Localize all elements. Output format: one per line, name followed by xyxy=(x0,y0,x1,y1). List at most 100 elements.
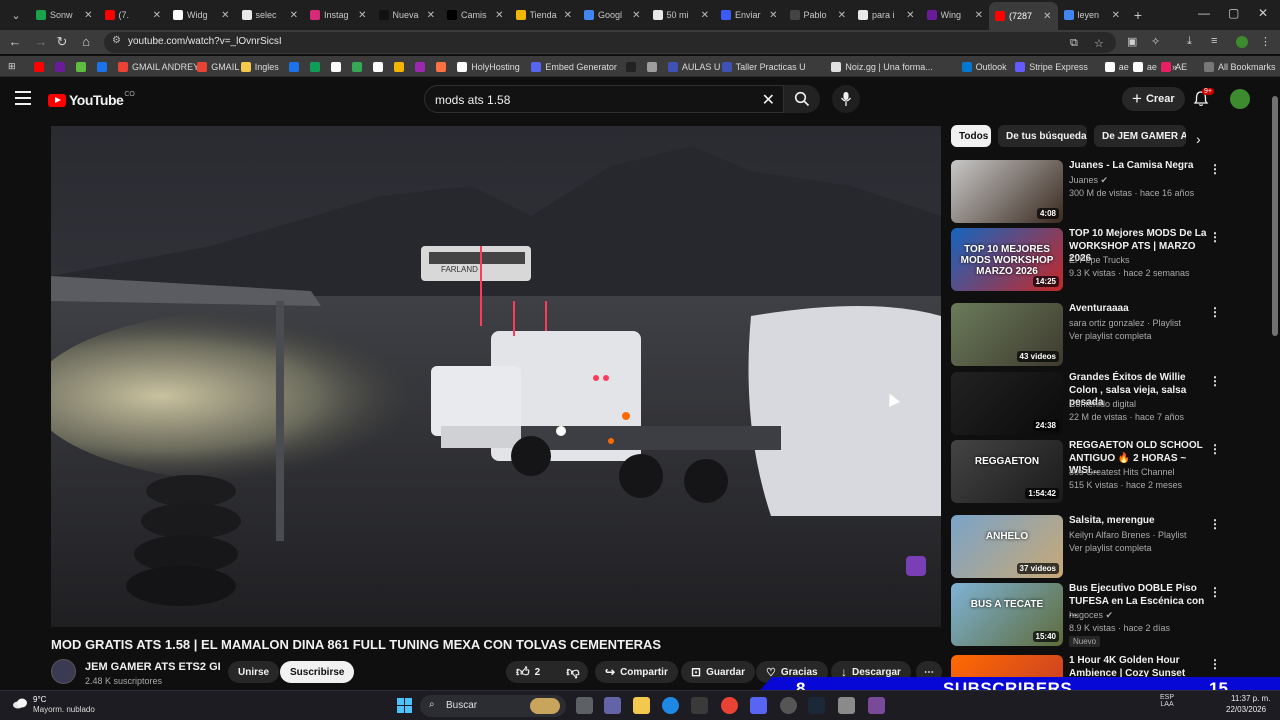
tab-close-icon[interactable]: ✕ xyxy=(84,10,92,21)
edge-icon[interactable] xyxy=(662,697,679,714)
video-thumbnail[interactable]: TOP 10 MEJORES MODS WORKSHOP MARZO 2026 1… xyxy=(951,228,1063,291)
chevron-right-icon[interactable]: › xyxy=(1196,131,1201,147)
voice-search-button[interactable] xyxy=(832,85,860,113)
bookmark-item[interactable] xyxy=(646,59,661,74)
tab-close-icon[interactable]: ✕ xyxy=(564,10,572,21)
tab-close-icon[interactable]: ✕ xyxy=(838,10,846,21)
clock-time[interactable]: 11:37 p. m. xyxy=(1231,694,1270,703)
browser-tab[interactable]: 50 mi ✕ xyxy=(647,2,716,28)
keyboard-language[interactable]: ESP LAA xyxy=(1160,694,1174,708)
store-icon[interactable] xyxy=(691,697,708,714)
bookmark-item[interactable]: AULAS U xyxy=(667,59,720,74)
tab-close-icon[interactable]: ✕ xyxy=(975,10,983,21)
minimize-icon[interactable]: — xyxy=(1198,6,1210,20)
app-icon[interactable] xyxy=(780,697,797,714)
menu-icon[interactable] xyxy=(15,91,31,105)
video-thumbnail[interactable]: 24:38 xyxy=(951,372,1063,435)
more-options-icon[interactable]: ⋮ xyxy=(1209,657,1221,671)
cloud-weather-icon[interactable] xyxy=(12,697,28,709)
bookmark-item[interactable]: ae xyxy=(1132,59,1157,74)
bookmark-item[interactable]: Outlook xyxy=(961,59,1007,74)
video-thumbnail[interactable]: ANHELO 37 videos xyxy=(951,515,1063,578)
bookmark-item[interactable] xyxy=(373,59,387,74)
clear-search-icon[interactable]: ✕ xyxy=(762,90,775,110)
join-button[interactable]: Unirse xyxy=(228,661,280,683)
related-video-title[interactable]: Aventuraaaa xyxy=(1069,303,1207,316)
tab-close-icon[interactable]: ✕ xyxy=(769,10,777,21)
tab-search-button[interactable]: ⌄ xyxy=(2,4,30,26)
video-thumbnail[interactable]: 43 videos xyxy=(951,303,1063,366)
browser-tab[interactable]: Sonw ✕ xyxy=(30,2,99,28)
tab-close-icon[interactable]: ✕ xyxy=(290,10,298,21)
browser-tab[interactable]: (7287 ✕ xyxy=(989,2,1058,30)
related-video-item[interactable]: REGGAETON 1:54:42 REGGAETON OLD SCHOOL ANT… xyxy=(951,440,1221,504)
related-video-title[interactable]: Salsita, merengue xyxy=(1069,515,1207,528)
related-channel[interactable]: 80s Greatest Hits Channel xyxy=(1069,467,1175,477)
video-thumbnail[interactable]: 4:08 xyxy=(951,160,1063,223)
bookmark-item[interactable] xyxy=(625,59,640,74)
tab-close-icon[interactable]: ✕ xyxy=(358,10,366,21)
chrome-icon[interactable] xyxy=(721,697,738,714)
tab-close-icon[interactable]: ✕ xyxy=(221,10,229,21)
app-icon[interactable] xyxy=(868,697,885,714)
search-button[interactable] xyxy=(784,85,820,113)
related-video-item[interactable]: ANHELO 37 videos Salsita, merengue Keilyn A… xyxy=(951,515,1221,579)
related-video-item[interactable]: 43 videos Aventuraaaa sara ortiz gonzalez … xyxy=(951,303,1221,367)
channel-avatar[interactable] xyxy=(51,659,76,684)
related-video-item[interactable]: 24:38 Grandes Éxitos de Willie Colon , sa… xyxy=(951,372,1221,436)
related-video-item[interactable]: TOP 10 MEJORES MODS WORKSHOP MARZO 2026 1… xyxy=(951,228,1221,292)
bookmark-item[interactable] xyxy=(394,59,408,74)
browser-tab[interactable]: Googl ✕ xyxy=(578,2,647,28)
video-thumbnail[interactable]: BUS A TECATE 15:40 xyxy=(951,583,1063,646)
task-view-icon[interactable] xyxy=(576,697,593,714)
profile-avatar[interactable] xyxy=(1236,36,1248,48)
downloads-icon[interactable]: ⤓ xyxy=(1187,35,1192,48)
bookmark-item[interactable]: Ingles xyxy=(240,59,279,74)
bookmark-item[interactable]: HolyHosting xyxy=(457,59,520,74)
home-button[interactable]: ⌂ xyxy=(77,34,95,49)
calculator-icon[interactable] xyxy=(838,697,855,714)
related-channel[interactable]: Keilyn Alfaro Brenes · Playlist xyxy=(1069,530,1187,540)
tab-close-icon[interactable]: ✕ xyxy=(632,10,640,21)
more-options-icon[interactable]: ⋮ xyxy=(1209,517,1221,531)
maximize-icon[interactable]: ▢ xyxy=(1228,6,1239,20)
tab-groups-icon[interactable]: ▣ xyxy=(1127,35,1137,48)
more-bookmarks-icon[interactable]: » xyxy=(1172,59,1177,74)
close-window-icon[interactable]: ✕ xyxy=(1258,6,1268,20)
browser-tab[interactable]: Widg ✕ xyxy=(167,2,236,28)
filter-chip[interactable]: Todos xyxy=(951,125,991,147)
more-options-icon[interactable]: ⋮ xyxy=(1209,162,1221,176)
bookmark-item[interactable] xyxy=(310,59,324,74)
account-avatar[interactable] xyxy=(1230,89,1250,109)
dislike-button[interactable]: 👎︎ xyxy=(558,661,588,683)
related-video-item[interactable]: BUS A TECATE 15:40 Bus Ejecutivo DOBLE Pis… xyxy=(951,583,1221,647)
tab-close-icon[interactable]: ✕ xyxy=(1112,10,1120,21)
all-bookmarks[interactable]: All Bookmarks xyxy=(1204,59,1276,74)
install-app-icon[interactable]: ⧉ xyxy=(1070,37,1078,50)
site-info-icon[interactable]: ⚙ xyxy=(112,35,121,46)
related-video-item[interactable]: 4:08 Juanes - La Camisa Negra Juanes ✔ 300 … xyxy=(951,160,1221,224)
filter-chip[interactable]: De JEM GAMER ATS xyxy=(1094,125,1186,147)
bookmark-item[interactable]: Stripe Express xyxy=(1015,59,1088,74)
browser-tab[interactable]: Enviar ✕ xyxy=(715,2,784,28)
more-options-icon[interactable]: ⋮ xyxy=(1209,442,1221,456)
more-options-icon[interactable]: ⋮ xyxy=(1209,374,1221,388)
channel-name[interactable]: JEM GAMER ATS ETS2 GI xyxy=(85,661,221,673)
bookmark-item[interactable] xyxy=(415,59,429,74)
bookmark-item[interactable] xyxy=(76,59,90,74)
related-channel[interactable]: El Pepe Trucks xyxy=(1069,255,1130,265)
video-player[interactable]: FARLAND xyxy=(51,126,941,627)
save-button[interactable]: ⊡ Guardar xyxy=(681,661,755,683)
bookmark-item[interactable]: GMAIL ANDREY xyxy=(118,59,199,74)
related-channel[interactable]: sara ortiz gonzalez · Playlist xyxy=(1069,318,1181,328)
back-button[interactable]: ← xyxy=(6,34,24,49)
browser-tab[interactable]: Instag ✕ xyxy=(304,2,373,28)
windows-start-icon[interactable] xyxy=(397,698,412,713)
related-video-title[interactable]: Juanes - La Camisa Negra xyxy=(1069,160,1207,173)
tab-close-icon[interactable]: ✕ xyxy=(906,10,914,21)
tab-close-icon[interactable]: ✕ xyxy=(701,10,709,21)
youtube-logo[interactable]: YouTube CO xyxy=(48,91,135,108)
discord-icon[interactable] xyxy=(750,697,767,714)
reload-button[interactable]: ↻ xyxy=(53,34,71,50)
browser-tab[interactable]: Wing ✕ xyxy=(921,2,990,28)
